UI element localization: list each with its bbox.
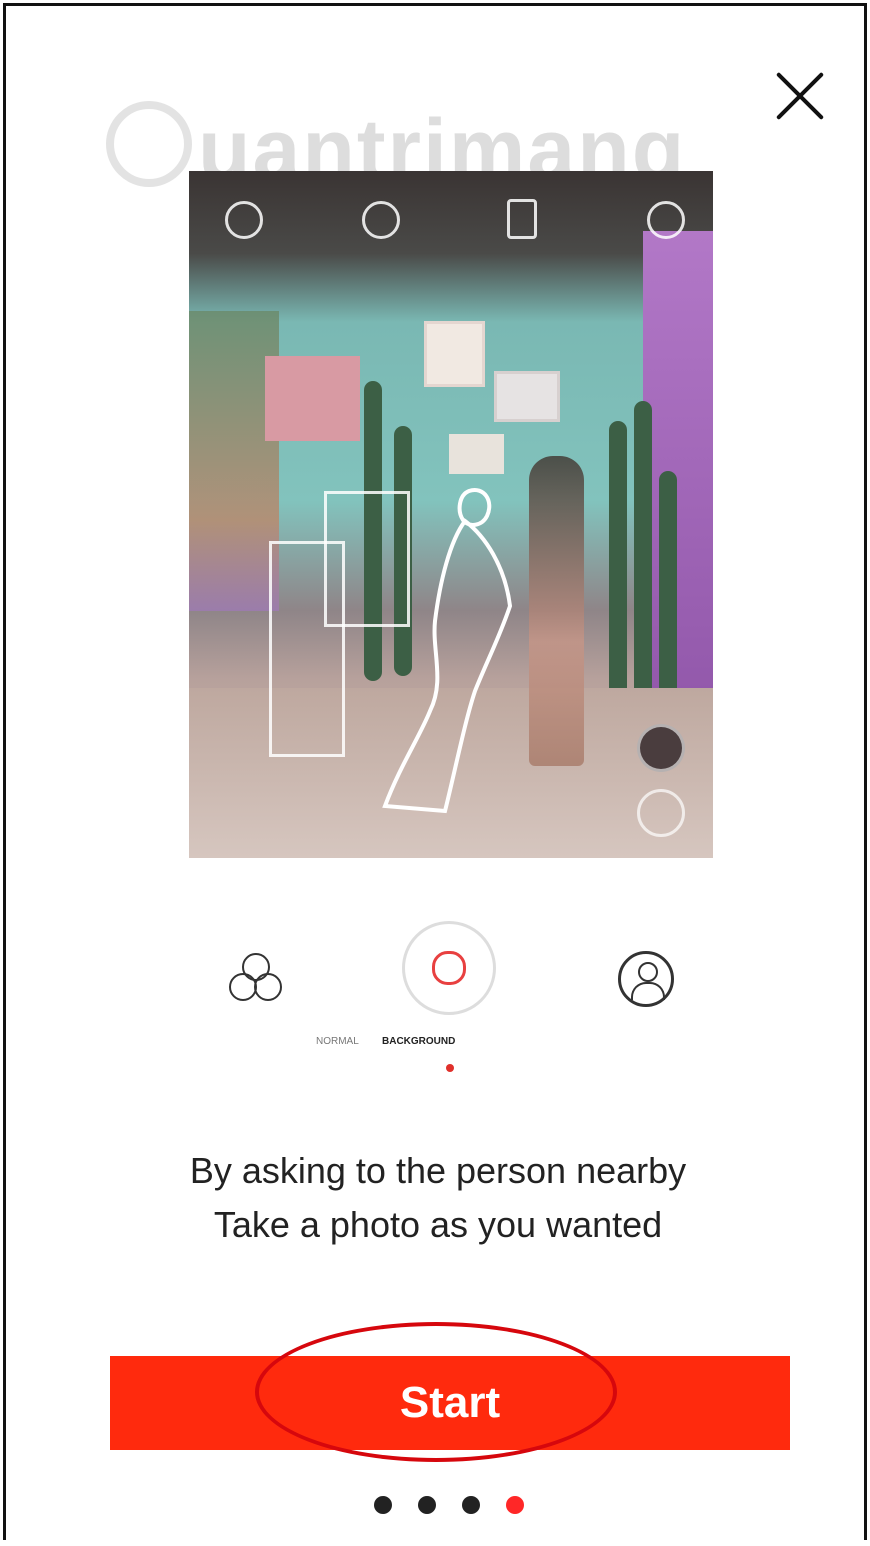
preview-frame [449, 434, 504, 474]
preview-person [529, 456, 584, 766]
onboarding-description: By asking to the person nearby Take a ph… [6, 1144, 870, 1252]
camera-preview [189, 171, 713, 858]
swap-icon[interactable] [637, 724, 685, 772]
tri-circle-part [254, 973, 282, 1001]
triple-circle-icon[interactable] [224, 949, 284, 1009]
page-dot[interactable] [462, 1496, 480, 1514]
background-outline-icon [432, 951, 466, 985]
description-line-1: By asking to the person nearby [189, 1150, 687, 1191]
landscape-icon[interactable] [225, 201, 263, 239]
page-dot[interactable] [374, 1496, 392, 1514]
mode-selected-indicator [446, 1064, 454, 1072]
rotate-camera-icon[interactable] [647, 201, 685, 239]
mode-label-background[interactable]: BACKGROUND [382, 1036, 455, 1047]
close-icon[interactable] [772, 68, 828, 124]
preview-frame [494, 371, 560, 422]
pose-guide-outline [382, 488, 513, 814]
preview-board [265, 356, 360, 441]
preview-frame [424, 321, 485, 387]
preview-purple-wall [643, 231, 713, 751]
portrait-body [631, 982, 665, 1000]
page-dot-active[interactable] [506, 1496, 524, 1514]
shutter-icon[interactable] [637, 789, 685, 837]
pose-guide-path [382, 488, 513, 814]
lightbulb-logo-icon [106, 101, 192, 187]
app-frame: uantrimang NORMAL BACKGROUND By asking t… [3, 3, 867, 1540]
portrait-head [638, 962, 658, 982]
portrait-icon[interactable] [618, 951, 674, 1007]
mode-selector [6, 921, 870, 1041]
more-icon[interactable] [362, 201, 400, 239]
face-frame-icon[interactable] [507, 199, 537, 239]
page-dot[interactable] [418, 1496, 436, 1514]
tri-circle-part [229, 973, 257, 1001]
description-line-2: Take a photo as you wanted [213, 1204, 663, 1245]
background-mode-button[interactable] [402, 921, 496, 1015]
start-button[interactable]: Start [110, 1356, 790, 1450]
page-indicator [374, 1496, 534, 1516]
mode-label-normal[interactable]: NORMAL [316, 1036, 359, 1047]
preview-chair [269, 541, 345, 757]
